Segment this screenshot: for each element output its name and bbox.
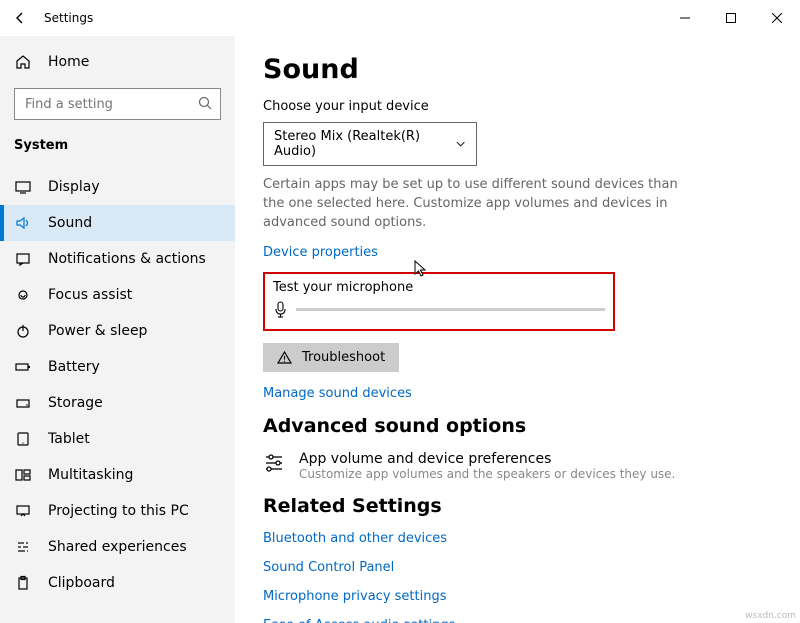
shared-icon xyxy=(14,539,32,555)
input-device-value: Stereo Mix (Realtek(R) Audio) xyxy=(274,129,455,159)
sidebar-item-focus-assist[interactable]: Focus assist xyxy=(0,277,235,313)
close-button[interactable] xyxy=(754,3,800,33)
home-icon xyxy=(14,54,32,70)
back-button[interactable] xyxy=(0,0,40,36)
manage-devices-link[interactable]: Manage sound devices xyxy=(263,386,772,401)
sidebar-item-tablet[interactable]: Tablet xyxy=(0,421,235,457)
sidebar-item-display[interactable]: Display xyxy=(0,169,235,205)
related-heading: Related Settings xyxy=(263,495,772,517)
sidebar-home-label: Home xyxy=(48,54,89,70)
chevron-down-icon xyxy=(455,138,466,150)
content-pane: Sound Choose your input device Stereo Mi… xyxy=(235,36,800,623)
storage-icon xyxy=(14,395,32,411)
microphone-icon xyxy=(273,301,288,319)
battery-icon xyxy=(14,359,32,375)
maximize-button[interactable] xyxy=(708,3,754,33)
app-volume-subtitle: Customize app volumes and the speakers o… xyxy=(299,467,675,481)
related-link-sound-control[interactable]: Sound Control Panel xyxy=(263,560,772,575)
app-volume-title: App volume and device preferences xyxy=(299,451,675,467)
test-microphone-label: Test your microphone xyxy=(273,280,605,295)
sidebar-home[interactable]: Home xyxy=(0,44,235,80)
sidebar-item-label: Projecting to this PC xyxy=(48,503,189,519)
sidebar-item-label: Battery xyxy=(48,359,100,375)
back-arrow-icon xyxy=(12,10,28,26)
sidebar-item-sound[interactable]: Sound xyxy=(0,205,235,241)
notifications-icon xyxy=(14,251,32,267)
window-title: Settings xyxy=(44,11,93,25)
sidebar-item-label: Display xyxy=(48,179,100,195)
search-input[interactable] xyxy=(14,88,221,120)
display-icon xyxy=(14,179,32,195)
sidebar-item-label: Notifications & actions xyxy=(48,251,206,267)
sidebar-item-label: Clipboard xyxy=(48,575,115,591)
clipboard-icon xyxy=(14,575,32,591)
sidebar-group-label: System xyxy=(0,134,235,169)
sidebar-item-label: Focus assist xyxy=(48,287,132,303)
related-link-bluetooth[interactable]: Bluetooth and other devices xyxy=(263,531,772,546)
projecting-icon xyxy=(14,503,32,519)
app-volume-preferences[interactable]: App volume and device preferences Custom… xyxy=(263,451,772,481)
sidebar-item-label: Multitasking xyxy=(48,467,133,483)
sidebar-item-label: Power & sleep xyxy=(48,323,147,339)
close-icon xyxy=(772,13,782,23)
sidebar-item-projecting[interactable]: Projecting to this PC xyxy=(0,493,235,529)
sidebar-item-label: Sound xyxy=(48,215,92,231)
sidebar-item-storage[interactable]: Storage xyxy=(0,385,235,421)
sliders-icon xyxy=(263,451,285,473)
maximize-icon xyxy=(726,13,736,23)
test-microphone-box: Test your microphone xyxy=(263,272,615,331)
sidebar-item-clipboard[interactable]: Clipboard xyxy=(0,565,235,601)
sidebar-item-power[interactable]: Power & sleep xyxy=(0,313,235,349)
related-links: Bluetooth and other devices Sound Contro… xyxy=(263,531,772,623)
tablet-icon xyxy=(14,431,32,447)
minimize-button[interactable] xyxy=(662,3,708,33)
sidebar-item-label: Shared experiences xyxy=(48,539,187,555)
troubleshoot-label: Troubleshoot xyxy=(302,350,385,365)
sidebar-item-label: Storage xyxy=(48,395,103,411)
troubleshoot-button[interactable]: Troubleshoot xyxy=(263,343,399,372)
related-link-ease-access[interactable]: Ease of Access audio settings xyxy=(263,618,772,623)
input-device-description: Certain apps may be set up to use differ… xyxy=(263,176,693,233)
sidebar-item-multitasking[interactable]: Multitasking xyxy=(0,457,235,493)
window-controls xyxy=(662,3,800,33)
title-bar: Settings xyxy=(0,0,800,36)
power-icon xyxy=(14,323,32,339)
sidebar-item-shared[interactable]: Shared experiences xyxy=(0,529,235,565)
page-title: Sound xyxy=(263,54,772,85)
sidebar-item-notifications[interactable]: Notifications & actions xyxy=(0,241,235,277)
search-wrapper xyxy=(14,88,221,120)
multitasking-icon xyxy=(14,467,32,483)
input-device-dropdown[interactable]: Stereo Mix (Realtek(R) Audio) xyxy=(263,122,477,166)
microphone-level-bar xyxy=(296,308,605,311)
sound-icon xyxy=(14,215,32,231)
focus-icon xyxy=(14,287,32,303)
warning-icon xyxy=(277,350,292,365)
sidebar: Home System Display Sound Notifications … xyxy=(0,36,235,623)
minimize-icon xyxy=(680,13,690,23)
advanced-heading: Advanced sound options xyxy=(263,415,772,437)
search-icon xyxy=(197,95,213,115)
related-link-mic-privacy[interactable]: Microphone privacy settings xyxy=(263,589,772,604)
watermark: wsxdn.com xyxy=(745,611,796,621)
sidebar-item-label: Tablet xyxy=(48,431,90,447)
input-device-label: Choose your input device xyxy=(263,99,772,114)
sidebar-item-battery[interactable]: Battery xyxy=(0,349,235,385)
device-properties-link[interactable]: Device properties xyxy=(263,245,772,260)
